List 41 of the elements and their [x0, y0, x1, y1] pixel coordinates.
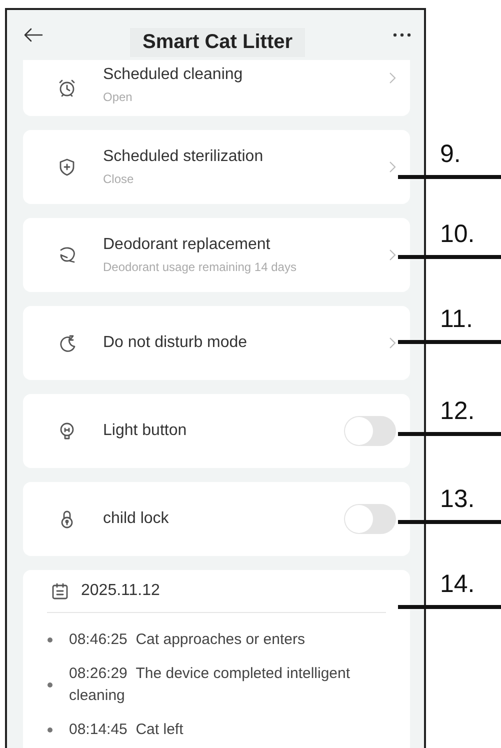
callout-number: 11. — [440, 304, 473, 334]
toggle-switch[interactable] — [344, 504, 396, 534]
row-label: Light button — [103, 422, 188, 440]
settings-row[interactable]: Do not disturb mode — [23, 306, 410, 380]
more-options-icon[interactable] — [392, 32, 412, 38]
shield-plus-icon — [57, 157, 77, 177]
bullet-icon — [47, 682, 53, 688]
chevron-right-icon — [389, 161, 396, 173]
callout-number: 14. — [440, 569, 475, 599]
calendar-icon — [51, 582, 69, 600]
log-entry: 08:14:45 Cat left — [69, 720, 184, 740]
row-label: child lock — [103, 510, 170, 528]
callout-number: 10. — [440, 219, 475, 249]
callout-number: 13. — [440, 484, 475, 514]
chevron-right-icon — [389, 337, 396, 349]
callout-number: 12. — [440, 396, 475, 426]
row-label: Do not disturb mode — [103, 334, 248, 352]
row-subtitle: Open — [103, 90, 134, 104]
alarm-clock-icon — [57, 78, 77, 98]
bullet-icon — [47, 637, 53, 643]
bullet-icon — [47, 727, 53, 733]
log-entry: 08:26:29 The device completed intelligent cleaning — [69, 664, 352, 706]
log-date: 2025.11.12 — [81, 582, 160, 600]
screen-title: Smart Cat Litter — [130, 28, 305, 56]
settings-row[interactable]: Light button — [23, 394, 410, 468]
row-subtitle: Deodorant usage remaining 14 days — [103, 260, 298, 274]
settings-row[interactable]: Deodorant replacement Deodorant usage remaining 14 days — [23, 218, 410, 292]
row-label: Scheduled cleaning — [103, 66, 244, 84]
moon-icon — [57, 333, 77, 353]
settings-row[interactable]: Scheduled sterilization Close — [23, 130, 410, 204]
toggle-switch[interactable] — [344, 416, 396, 446]
settings-row[interactable]: Scheduled cleaning Open — [23, 60, 410, 116]
back-arrow-icon[interactable] — [23, 28, 43, 42]
row-label: Scheduled sterilization — [103, 148, 264, 166]
chevron-right-icon — [389, 249, 396, 261]
log-entry: 08:46:25 Cat approaches or enters — [69, 630, 306, 650]
chevron-right-icon — [389, 72, 396, 84]
row-subtitle: Close — [103, 172, 135, 186]
row-label: Deodorant replacement — [103, 236, 272, 254]
settings-row[interactable]: child lock — [23, 482, 410, 556]
callout-number: 9. — [440, 139, 461, 169]
